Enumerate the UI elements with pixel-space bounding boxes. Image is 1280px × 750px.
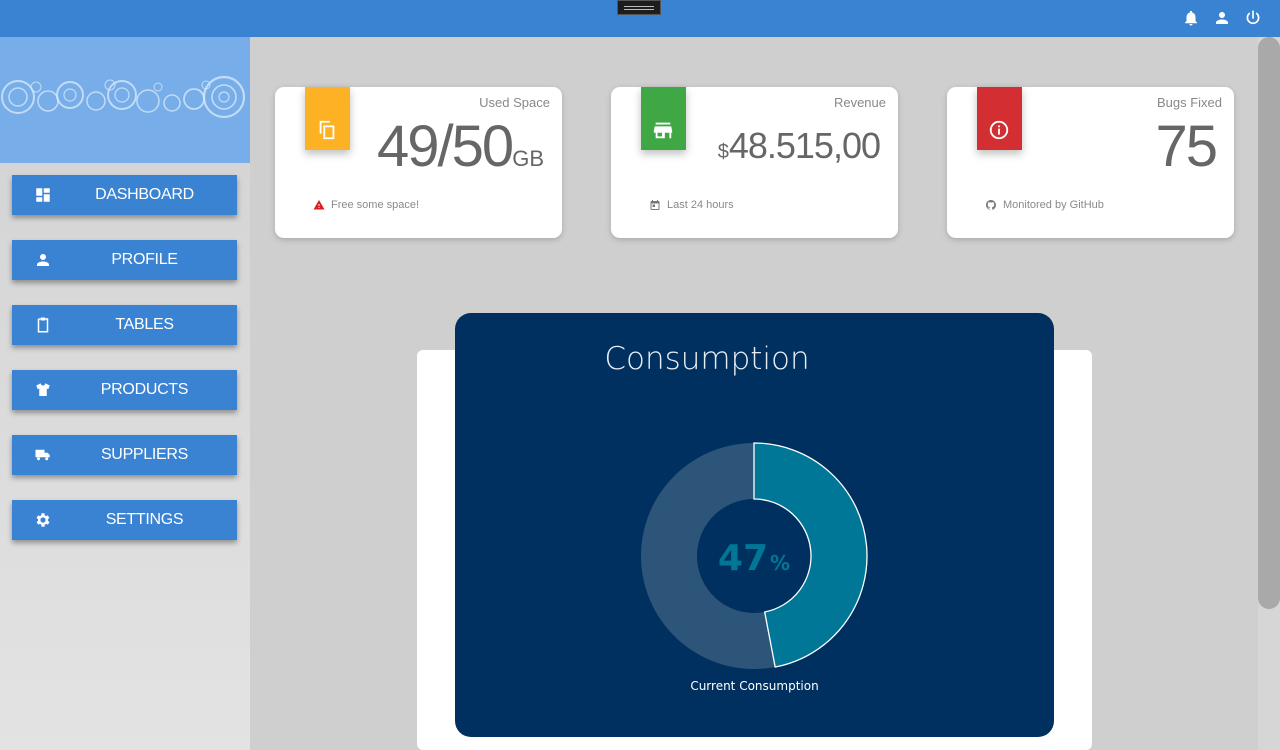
dashboard-icon (34, 186, 52, 204)
card-footer-text: Last 24 hours (667, 199, 734, 211)
card-footer: Free some space! (313, 199, 419, 211)
sidebar-item-products[interactable]: PRODUCTS (12, 370, 237, 410)
sidebar-header-banner (0, 37, 250, 163)
gear-icon (34, 511, 52, 529)
clipboard-icon (34, 316, 52, 334)
truck-icon (34, 446, 52, 464)
sidebar-item-label: SUPPLIERS (100, 446, 189, 463)
card-title: Used Space (479, 95, 550, 110)
card-title: Bugs Fixed (1156, 95, 1222, 110)
card-value-unit: GB (512, 146, 544, 171)
sidebar-item-suppliers[interactable]: SUPPLIERS (12, 435, 237, 475)
scrollbar-thumb[interactable] (1258, 37, 1280, 609)
chart-caption: Current Consumption (690, 679, 819, 693)
sidebar-item-label: PROFILE (111, 251, 178, 268)
card-footer-text: Free some space! (331, 199, 420, 211)
sidebar-item-profile[interactable]: PROFILE (12, 240, 237, 280)
used-space-card: Used Space 49/50GB Free some space! (275, 87, 562, 238)
card-badge (305, 87, 350, 150)
card-footer: Last 24 hours (649, 199, 734, 211)
bell-icon[interactable] (1182, 9, 1200, 27)
sidebar: DASHBOARD PROFILE TABLES PRODUCTS SUPPLI… (0, 37, 250, 750)
donut-percent-label: 47% (718, 538, 790, 579)
shirt-icon (34, 381, 52, 399)
card-title: Revenue (833, 95, 886, 110)
menu-toggle-button[interactable] (617, 0, 661, 15)
github-icon (985, 199, 996, 210)
sidebar-item-label: PRODUCTS (100, 381, 189, 398)
sidebar-item-label: DASHBOARD (95, 186, 194, 203)
card-value: 75 (1155, 113, 1217, 180)
card-badge (641, 87, 686, 150)
consumption-chart-card: Consumption 47% Current Consumption (455, 313, 1054, 737)
card-value: 49/50GB (377, 113, 544, 180)
card-value-number: 49/50 (377, 114, 514, 179)
consumption-donut-chart: 47% (641, 442, 868, 669)
top-bar (0, 0, 1280, 37)
card-value: $48.515,00 (717, 125, 881, 167)
info-icon (989, 120, 1009, 140)
bugs-fixed-card: Bugs Fixed 75 Monitored by GitHub (947, 87, 1234, 238)
card-badge (977, 87, 1022, 150)
sidebar-item-tables[interactable]: TABLES (12, 305, 237, 345)
person-icon (34, 251, 52, 269)
copy-icon (319, 120, 335, 140)
revenue-card: Revenue $48.515,00 Last 24 hours (611, 87, 898, 238)
card-value-number: 48.515,00 (728, 125, 881, 166)
card-value-number: 75 (1155, 114, 1217, 179)
sidebar-item-settings[interactable]: SETTINGS (12, 500, 237, 540)
sidebar-item-label: TABLES (115, 316, 174, 333)
card-footer-text: Monitored by GitHub (1003, 199, 1104, 211)
card-footer: Monitored by GitHub (985, 199, 1104, 211)
calendar-icon (650, 200, 660, 210)
store-icon (653, 122, 673, 139)
sidebar-item-dashboard[interactable]: DASHBOARD (12, 175, 237, 215)
warning-icon (313, 200, 325, 210)
user-icon[interactable] (1213, 9, 1231, 27)
power-icon[interactable] (1244, 9, 1262, 27)
card-value-prefix: $ (717, 141, 729, 163)
sidebar-item-label: SETTINGS (105, 511, 184, 528)
